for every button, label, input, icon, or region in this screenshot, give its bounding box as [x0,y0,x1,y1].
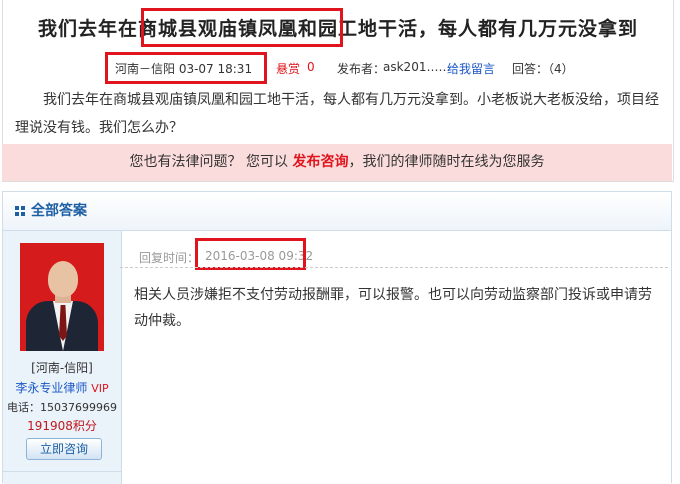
lawyer-card: [河南-信阳] 李永专业律师 VIP 电话：15037699969 191908… [3,231,122,484]
highlight-box-meta [105,52,267,84]
consult-now-button[interactable]: 立即咨询 [26,438,102,460]
question-body: 我们去年在商城县观庙镇凤凰和园工地干活，每人都有几万元没拿到。小老板说大老板没给… [15,92,659,136]
highlight-box-reply-time [195,238,306,270]
answers-title: 全部答案 [31,203,87,219]
lawyer-points: 191908积分 [27,419,97,433]
vip-badge: VIP [91,382,109,395]
poster-label: 发布者： [337,62,386,76]
avatar[interactable] [20,243,104,351]
poster-name: ask201…… [383,60,451,74]
reward-label: 悬赏 [276,62,301,76]
reward-value: 0 [307,60,315,74]
banner-text-after: ，我们的律师随时在线为您服务 [348,154,545,170]
highlight-box-title [141,8,343,47]
lawyer-phone: 电话：15037699969 [7,401,117,414]
lawyer-location: [河南-信阳] [31,361,93,375]
answers-panel: 全部答案 [河南-信阳] 李永专业律师 VIP 电话：15037699969 1… [2,191,672,484]
reply-time-label: 回复时间： [139,251,200,265]
grid-icon [15,206,25,216]
avatar-face [48,261,78,297]
answers-header: 全部答案 [3,192,671,231]
card-divider [3,471,121,472]
publish-consult-link[interactable]: 发布咨询 [292,154,348,170]
reply-count: 回答：（4） [512,62,574,76]
lawyer-name-line: 李永专业律师 VIP [3,379,121,396]
banner-text-before: 您也有法律问题？ 您可以 [129,154,293,170]
consult-banner: 您也有法律问题？ 您可以 发布咨询，我们的律师随时在线为您服务 [2,144,672,181]
leave-message-link[interactable]: 给我留言 [447,60,495,77]
lawyer-name[interactable]: 李永专业律师 [15,381,87,395]
reply-divider [120,267,668,268]
reply-text: 相关人员涉嫌拒不支付劳动报酬罪，可以报警。也可以向劳动监察部门投诉或申请劳动仲裁… [134,287,652,329]
